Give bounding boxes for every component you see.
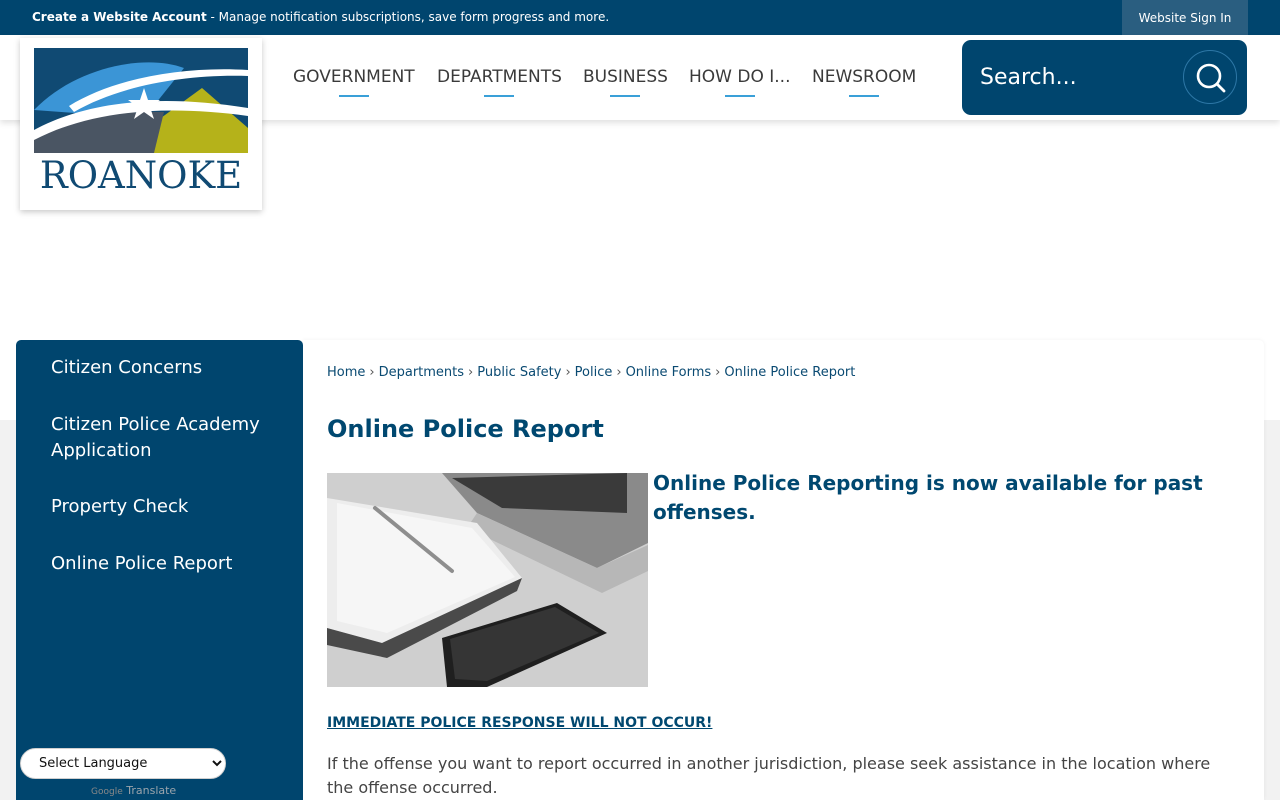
jurisdiction-paragraph: If the offense you want to report occurr… [327, 754, 1211, 797]
nav-departments[interactable]: DEPARTMENTS [437, 67, 562, 97]
nav-label: BUSINESS [583, 67, 668, 87]
language-select[interactable]: Select Language [20, 748, 226, 779]
create-account-link[interactable]: Create a Website Account [32, 10, 207, 24]
logo-graphic [34, 48, 248, 153]
breadcrumb-online-forms[interactable]: Online Forms [626, 365, 712, 380]
nav-newsroom[interactable]: NEWSROOM [812, 67, 917, 97]
search-box [962, 40, 1247, 115]
breadcrumb: Home › Departments › Public Safety › Police › On… [327, 365, 855, 380]
photo-illustration [327, 473, 648, 687]
nav-label: GOVERNMENT [293, 67, 415, 87]
breadcrumb-separator: › [468, 365, 474, 380]
nav-label: NEWSROOM [812, 67, 917, 87]
page-title: Online Police Report [327, 415, 604, 443]
translate-label: Translate [126, 784, 177, 797]
nav-underline [849, 95, 880, 97]
breadcrumb-separator: › [616, 365, 622, 380]
google-translate-credit: Google Translate [91, 784, 176, 797]
breadcrumb-departments[interactable]: Departments [379, 365, 464, 380]
nav-government[interactable]: GOVERNMENT [293, 67, 415, 97]
breadcrumb-separator: › [715, 365, 721, 380]
nav-underline [610, 95, 641, 97]
breadcrumb-police[interactable]: Police [575, 365, 613, 380]
breadcrumb-home[interactable]: Home [327, 365, 365, 380]
nav-business[interactable]: BUSINESS [583, 67, 668, 97]
nav-label: DEPARTMENTS [437, 67, 562, 87]
roanoke-logo[interactable]: ROANOKE [20, 38, 262, 210]
logo-wordmark: ROANOKE [39, 154, 243, 197]
account-message-text: - Manage notification subscriptions, sav… [206, 10, 610, 24]
account-message: Create a Website Account - Manage notifi… [32, 10, 609, 24]
search-icon [1196, 63, 1226, 93]
nav-underline [338, 95, 369, 97]
laptop-notebook-photo [327, 473, 648, 687]
search-input[interactable] [980, 60, 1170, 94]
breadcrumb-separator: › [369, 365, 375, 380]
nav-underline [484, 95, 515, 97]
nav-how-do-i[interactable]: HOW DO I... [689, 67, 791, 97]
utility-bar: Create a Website Account - Manage notifi… [0, 0, 1280, 35]
nav-label: HOW DO I... [689, 67, 791, 87]
breadcrumb-online-police-report[interactable]: Online Police Report [724, 365, 855, 380]
nav-underline [724, 95, 755, 97]
sidebar-item-citizen-police-academy[interactable]: Citizen Police Academy Application [51, 412, 281, 464]
lead-heading: Online Police Reporting is now available… [653, 471, 1203, 524]
sidebar-item-citizen-concerns[interactable]: Citizen Concerns [51, 355, 281, 381]
sidebar: Citizen Concerns Citizen Police Academy … [16, 340, 303, 800]
sidebar-item-online-police-report[interactable]: Online Police Report [51, 551, 281, 577]
immediate-response-warning-link[interactable]: IMMEDIATE POLICE RESPONSE WILL NOT OCCUR… [327, 715, 712, 731]
website-sign-in-button[interactable]: Website Sign In [1122, 0, 1248, 35]
sidebar-item-property-check[interactable]: Property Check [51, 494, 281, 520]
search-button[interactable] [1183, 50, 1237, 104]
breadcrumb-public-safety[interactable]: Public Safety [477, 365, 561, 380]
google-label: Google [91, 787, 123, 797]
breadcrumb-separator: › [565, 365, 571, 380]
